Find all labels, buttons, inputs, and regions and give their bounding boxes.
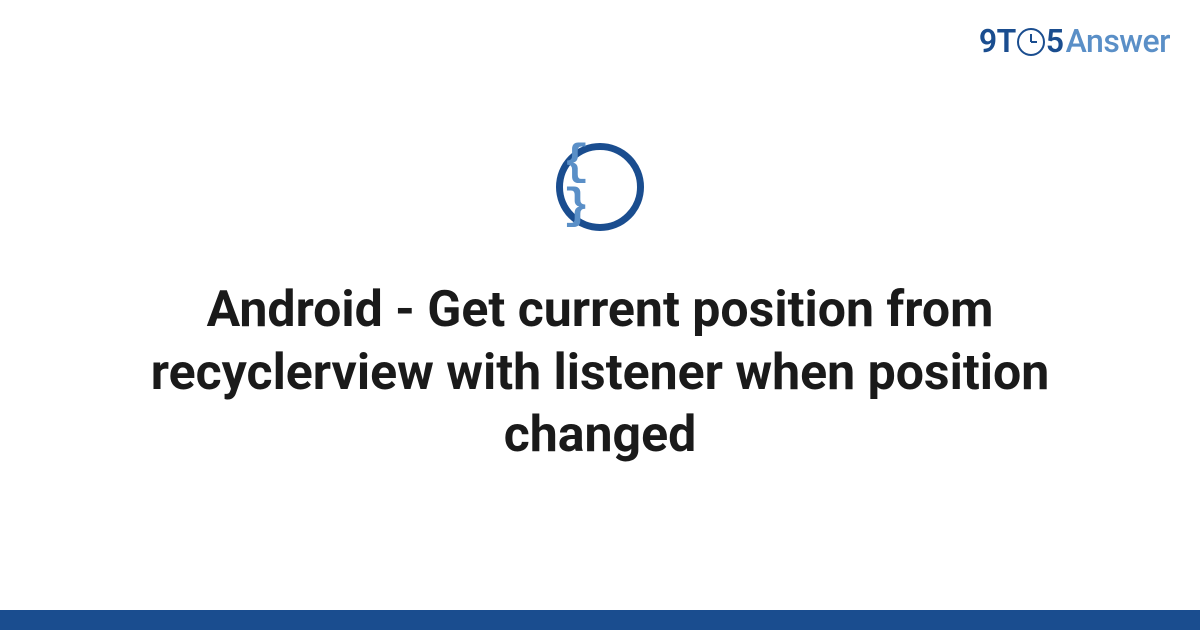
category-icon-wrapper: { } bbox=[556, 143, 644, 231]
main-content: { } Android - Get current position from … bbox=[0, 0, 1200, 630]
footer-bar bbox=[0, 610, 1200, 630]
question-title: Android - Get current position from recy… bbox=[120, 279, 1080, 467]
code-braces-icon: { } bbox=[563, 141, 637, 229]
